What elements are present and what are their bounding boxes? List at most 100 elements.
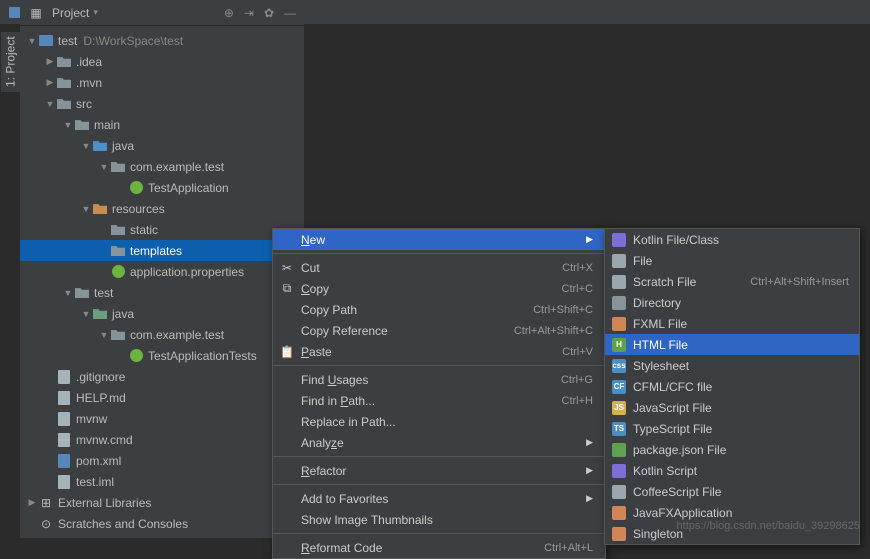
tree-row[interactable]: templates	[20, 240, 304, 261]
filetype-icon	[611, 526, 627, 542]
menu-label: Refactor	[301, 464, 346, 478]
locate-icon[interactable]: ⊕	[224, 6, 234, 20]
hide-icon[interactable]: —	[284, 6, 296, 20]
menu-item[interactable]: New▶	[273, 229, 605, 250]
expand-arrow-icon[interactable]: ▼	[80, 204, 92, 214]
tree-row[interactable]: HELP.md	[20, 387, 304, 408]
submenu-item[interactable]: Kotlin File/Class	[605, 229, 859, 250]
menu-item[interactable]: 📋PasteCtrl+V	[273, 341, 605, 362]
filetype-icon	[611, 442, 627, 458]
expand-arrow-icon[interactable]: ▼	[62, 120, 74, 130]
menu-item[interactable]: Copy PathCtrl+Shift+C	[273, 299, 605, 320]
project-panel: ▦ Project ▾ ⊕ ⇥ ✿ — ▼testD:\WorkSpace\te…	[20, 0, 304, 538]
tree-row[interactable]: test.iml	[20, 471, 304, 492]
watermark: https://blog.csdn.net/baidu_39298625	[677, 520, 860, 532]
project-tree[interactable]: ▼testD:\WorkSpace\test▶.idea▶.mvn▼src▼ma…	[20, 26, 304, 538]
tree-label: TestApplication	[148, 181, 229, 195]
submenu-label: CoffeeScript File	[633, 485, 721, 499]
tree-label: .mvn	[76, 76, 102, 90]
menu-item[interactable]: Add to Favorites▶	[273, 488, 605, 509]
menu-item[interactable]: Refactor▶	[273, 460, 605, 481]
gear-icon[interactable]: ✿	[264, 6, 274, 20]
tree-row[interactable]: static	[20, 219, 304, 240]
menu-item[interactable]: Copy ReferenceCtrl+Alt+Shift+C	[273, 320, 605, 341]
expand-arrow-icon[interactable]: ▼	[80, 141, 92, 151]
tree-row[interactable]: ▼testD:\WorkSpace\test	[20, 30, 304, 51]
new-submenu[interactable]: Kotlin File/ClassFileScratch FileCtrl+Al…	[604, 228, 860, 545]
submenu-item[interactable]: FXML File	[605, 313, 859, 334]
tree-row[interactable]: application.properties	[20, 261, 304, 282]
submenu-item[interactable]: HHTML File	[605, 334, 859, 355]
tree-row[interactable]: ▼ com.example.test	[20, 156, 304, 177]
expand-arrow-icon[interactable]: ▼	[98, 330, 110, 340]
expand-arrow-icon[interactable]: ▼	[44, 99, 56, 109]
folder-icon	[110, 159, 126, 175]
submenu-item[interactable]: CFCFML/CFC file	[605, 376, 859, 397]
menu-shortcut: Ctrl+X	[562, 262, 593, 274]
tree-row[interactable]: TestApplicationTests	[20, 345, 304, 366]
submenu-item[interactable]: package.json File	[605, 439, 859, 460]
tree-row[interactable]: ▼test	[20, 282, 304, 303]
tree-label: mvnw.cmd	[76, 433, 133, 447]
tree-row[interactable]: ⊙Scratches and Consoles	[20, 513, 304, 534]
submenu-item[interactable]: Scratch FileCtrl+Alt+Shift+Insert	[605, 271, 859, 292]
menu-label: Copy Path	[301, 303, 357, 317]
expand-arrow-icon[interactable]: ▶	[44, 56, 56, 67]
submenu-item[interactable]: TSTypeScript File	[605, 418, 859, 439]
tree-row[interactable]: ▶.idea	[20, 51, 304, 72]
tree-row[interactable]: ▼resources	[20, 198, 304, 219]
menu-item[interactable]: ⧉CopyCtrl+C	[273, 278, 605, 299]
project-dropdown-icon[interactable]: ▦	[28, 5, 44, 21]
tree-row[interactable]: mvnw	[20, 408, 304, 429]
file-icon	[56, 432, 72, 448]
tree-row[interactable]: ▶⊞External Libraries	[20, 492, 304, 513]
tree-row[interactable]: pom.xml	[20, 450, 304, 471]
project-tool-tab[interactable]: 1: Project	[0, 32, 20, 92]
tree-label: main	[94, 118, 120, 132]
tree-label: mvnw	[76, 412, 107, 426]
folder-icon	[56, 96, 72, 112]
tree-row[interactable]: ▼java	[20, 135, 304, 156]
tree-row[interactable]: ▼java	[20, 303, 304, 324]
collapse-icon[interactable]: ⇥	[244, 6, 254, 20]
expand-arrow-icon[interactable]: ▼	[98, 162, 110, 172]
menu-item[interactable]: Replace in Path...	[273, 411, 605, 432]
project-title[interactable]: Project	[52, 6, 89, 20]
tree-row[interactable]: mvnw.cmd	[20, 429, 304, 450]
tree-row[interactable]: .gitignore	[20, 366, 304, 387]
menu-shortcut: Ctrl+V	[562, 346, 593, 358]
menu-label: Cut	[301, 261, 320, 275]
menu-item[interactable]: ✂CutCtrl+X	[273, 257, 605, 278]
tree-row[interactable]: TestApplication	[20, 177, 304, 198]
submenu-item[interactable]: JSJavaScript File	[605, 397, 859, 418]
expand-arrow-icon[interactable]: ▶	[26, 497, 38, 508]
tree-label: com.example.test	[130, 160, 224, 174]
submenu-item[interactable]: CoffeeScript File	[605, 481, 859, 502]
folder-icon	[110, 243, 126, 259]
expand-arrow-icon[interactable]: ▼	[80, 309, 92, 319]
menu-item[interactable]: Analyze▶	[273, 432, 605, 453]
submenu-item[interactable]: Directory	[605, 292, 859, 313]
menu-separator	[273, 456, 605, 457]
tree-row[interactable]: ▼src	[20, 93, 304, 114]
expand-arrow-icon[interactable]: ▼	[62, 288, 74, 298]
menu-item[interactable]: Find in Path...Ctrl+H	[273, 390, 605, 411]
submenu-label: Kotlin Script	[633, 464, 697, 478]
submenu-item[interactable]: cssStylesheet	[605, 355, 859, 376]
expand-arrow-icon[interactable]: ▶	[44, 77, 56, 88]
tree-label: templates	[130, 244, 182, 258]
menu-item[interactable]: Show Image Thumbnails	[273, 509, 605, 530]
tree-row[interactable]: ▶ .mvn	[20, 72, 304, 93]
menu-item[interactable]: Find UsagesCtrl+G	[273, 369, 605, 390]
tree-row[interactable]: ▼ main	[20, 114, 304, 135]
expand-arrow-icon[interactable]: ▼	[26, 36, 38, 46]
submenu-label: JavaScript File	[633, 401, 712, 415]
tree-row[interactable]: ▼com.example.test	[20, 324, 304, 345]
menu-shortcut: Ctrl+Alt+L	[544, 542, 593, 554]
context-menu[interactable]: New▶✂CutCtrl+X⧉CopyCtrl+CCopy PathCtrl+S…	[272, 228, 606, 559]
filetype-icon	[611, 463, 627, 479]
folder-icon	[110, 327, 126, 343]
menu-item[interactable]: Reformat CodeCtrl+Alt+L	[273, 537, 605, 558]
submenu-item[interactable]: File	[605, 250, 859, 271]
submenu-item[interactable]: Kotlin Script	[605, 460, 859, 481]
